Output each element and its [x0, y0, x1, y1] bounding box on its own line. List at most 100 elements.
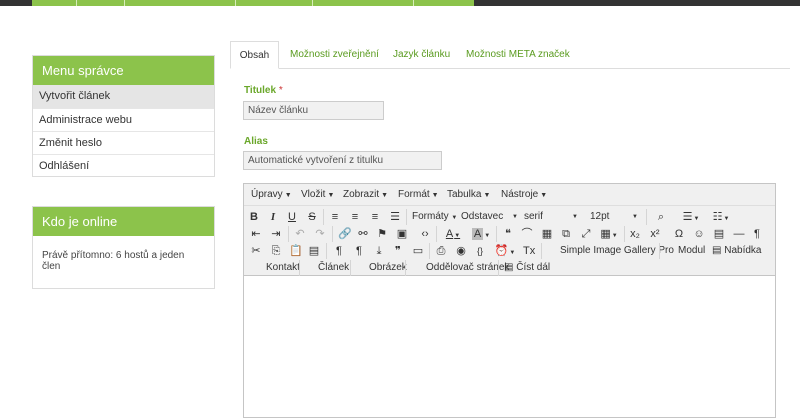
- page-break-button[interactable]: Oddělovač stránek: [426, 261, 509, 275]
- subscript-icon[interactable]: x₂: [629, 227, 641, 241]
- quote-icon[interactable]: ❞: [392, 244, 404, 258]
- tab-publishing-options[interactable]: Možnosti zveřejnění: [290, 41, 379, 69]
- ltr-icon[interactable]: ¶: [333, 244, 345, 258]
- title-input[interactable]: Název článku: [243, 101, 384, 120]
- toolbar-divider: [624, 226, 625, 242]
- special-character-icon[interactable]: Ω: [673, 227, 685, 241]
- toolbar-divider: [496, 226, 497, 242]
- editor-menu-edit[interactable]: Úpravy ▼: [251, 184, 292, 206]
- font-family-dropdown[interactable]: serif ▼: [524, 210, 578, 224]
- print-icon[interactable]: ⎙: [435, 244, 447, 258]
- rtl-icon[interactable]: ¶: [353, 244, 365, 258]
- editor-menu-view-label: Zobrazit: [343, 189, 380, 200]
- cut-icon[interactable]: ✂: [250, 244, 262, 258]
- editor-menu-view[interactable]: Zobrazit ▼: [343, 184, 388, 206]
- fullscreen-icon[interactable]: ⤢: [580, 227, 592, 241]
- paste-icon[interactable]: 📋: [289, 244, 303, 258]
- menu-item-site-administration[interactable]: Administrace webu: [33, 108, 214, 131]
- caret-down-icon: ▼: [512, 214, 518, 220]
- editor-menu-tools[interactable]: Nástroje ▼: [501, 184, 547, 206]
- editor-menu-table[interactable]: Tabulka ▼: [447, 184, 490, 206]
- editor-menu-format[interactable]: Formát ▼: [398, 184, 439, 206]
- editor-menu-insert[interactable]: Vložit ▼: [301, 184, 334, 206]
- image-button[interactable]: Obrázek: [369, 261, 407, 275]
- block-format-dropdown[interactable]: Odstavec ▼: [461, 210, 518, 224]
- align-justify-icon[interactable]: ☰: [389, 210, 401, 224]
- insert-table-icon[interactable]: ⧉: [560, 227, 572, 241]
- menu-item-logout[interactable]: Odhlášení: [33, 154, 214, 177]
- tab-content[interactable]: Obsah: [230, 41, 279, 69]
- table-icon[interactable]: ▦▼: [598, 227, 620, 241]
- bold-icon[interactable]: B: [248, 210, 260, 224]
- alias-field-label: Alias: [244, 136, 268, 147]
- visual-blocks-icon[interactable]: ▤: [713, 227, 725, 241]
- caret-down-icon: ▼: [449, 215, 458, 221]
- emoticons-icon[interactable]: ☺: [693, 227, 705, 241]
- editor-menu-edit-label: Úpravy: [251, 189, 283, 200]
- preview-icon[interactable]: ◉: [455, 244, 467, 258]
- menu-item-change-password[interactable]: Změnit heslo: [33, 131, 214, 154]
- image-icon[interactable]: ▣: [396, 227, 408, 241]
- tab-meta-options[interactable]: Možnosti META značek: [466, 41, 570, 69]
- contact-button[interactable]: Kontakt: [266, 261, 300, 275]
- underline-icon[interactable]: U: [286, 210, 298, 224]
- code-icon[interactable]: ‹›: [419, 227, 431, 241]
- undo-icon[interactable]: ↶: [294, 227, 306, 241]
- read-more-button[interactable]: ▤ Číst dál: [504, 261, 550, 275]
- bullet-list-icon[interactable]: ☰▼: [680, 210, 702, 224]
- paste-as-text-icon[interactable]: ▤: [308, 244, 320, 258]
- clock-icon[interactable]: ⏰▼: [494, 244, 516, 258]
- align-right-icon[interactable]: ≡: [369, 210, 381, 224]
- insert-datetime-icon[interactable]: ▭: [412, 244, 424, 258]
- menu-item-create-article[interactable]: Vytvořit článek: [33, 85, 214, 108]
- unlink-icon[interactable]: ⚯: [357, 227, 369, 241]
- caret-down-icon: ▼: [611, 233, 618, 239]
- editor-content-area[interactable]: [244, 277, 775, 417]
- module-button[interactable]: Modul: [678, 244, 705, 258]
- alias-input[interactable]: Automatické vytvoření z titulku: [243, 151, 442, 170]
- strikethrough-icon[interactable]: S: [306, 210, 318, 224]
- article-button[interactable]: Článek: [318, 261, 349, 275]
- background-color-icon[interactable]: A ▼: [470, 227, 492, 241]
- link-icon[interactable]: 🔗: [338, 227, 352, 241]
- anchor-icon[interactable]: ⚑: [376, 227, 388, 241]
- simple-image-gallery-pro-button[interactable]: Simple Image Gallery Pro: [560, 244, 674, 258]
- show-blocks-icon[interactable]: ¶: [751, 227, 763, 241]
- menu-button[interactable]: ▤ Nabídka: [712, 244, 761, 258]
- text-color-icon[interactable]: A▼: [442, 227, 464, 241]
- toolbar-divider: [406, 209, 407, 225]
- top-nav-separator: [235, 0, 236, 6]
- font-size-dropdown-label: 12pt: [590, 211, 610, 222]
- font-size-dropdown[interactable]: 12pt ▼: [590, 210, 638, 224]
- align-center-icon[interactable]: ≡: [349, 210, 361, 224]
- italic-icon[interactable]: I: [267, 210, 279, 224]
- horizontal-line-icon[interactable]: —: [733, 227, 745, 241]
- template-icon[interactable]: {}: [474, 244, 486, 258]
- superscript-icon[interactable]: x²: [649, 227, 661, 241]
- tab-article-language[interactable]: Jazyk článku: [393, 41, 450, 69]
- insert-icon[interactable]: ⤓: [373, 244, 385, 258]
- toolbar-divider: [498, 260, 499, 276]
- toolbar-divider: [436, 226, 437, 242]
- block-format-dropdown-label: Odstavec: [461, 211, 504, 222]
- blockquote-icon[interactable]: ❝: [502, 227, 514, 241]
- toolbar-divider: [429, 243, 430, 259]
- caret-down-icon: ▼: [509, 250, 516, 256]
- background-color-swatch: A: [471, 228, 484, 240]
- formats-dropdown[interactable]: Formáty ▼: [412, 210, 457, 224]
- find-replace-icon[interactable]: ⌕: [655, 210, 667, 224]
- caret-down-icon: ▼: [327, 192, 335, 199]
- horizontal-rule-icon[interactable]: ⌒: [521, 227, 533, 241]
- outdent-icon[interactable]: ⇤: [250, 227, 262, 241]
- media-icon[interactable]: ▦: [541, 227, 553, 241]
- copy-icon[interactable]: ⎘: [270, 244, 282, 258]
- clear-formatting-icon[interactable]: Tx: [523, 244, 535, 258]
- top-nav-separator: [76, 0, 77, 6]
- align-left-icon[interactable]: ≡: [329, 210, 341, 224]
- top-navigation-green-strip[interactable]: [32, 0, 474, 6]
- redo-icon[interactable]: ↷: [314, 227, 326, 241]
- article-tabs: Obsah Možnosti zveřejnění Jazyk článku M…: [230, 41, 790, 69]
- indent-icon[interactable]: ⇥: [270, 227, 282, 241]
- caret-down-icon: ▼: [454, 233, 461, 239]
- numbered-list-icon[interactable]: ☷▼: [710, 210, 732, 224]
